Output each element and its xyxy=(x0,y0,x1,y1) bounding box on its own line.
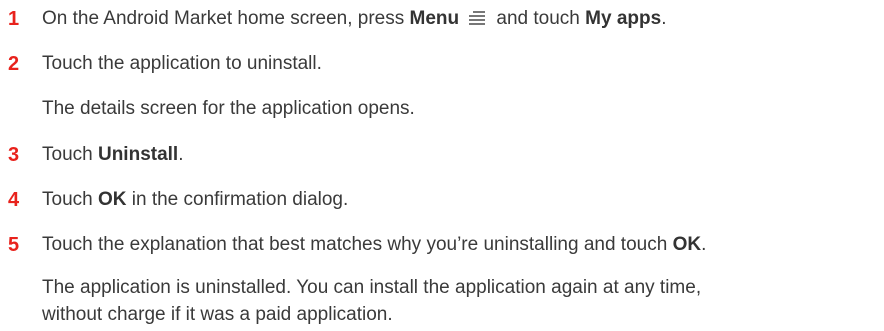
step-number: 1 xyxy=(8,8,20,30)
ok-label: OK xyxy=(672,234,702,255)
step-text-part: On the Android Market home screen, press xyxy=(42,8,410,29)
step-text-part: . xyxy=(178,144,184,165)
step-text: Touch the explanation that best matches … xyxy=(42,231,706,259)
step-text: Touch the application to uninstall. xyxy=(42,53,322,74)
step-note: The application is uninstalled. You can … xyxy=(42,277,702,298)
menu-icon xyxy=(465,10,486,25)
step-note: without charge if it was a paid applicat… xyxy=(42,304,393,325)
step-text-part: . xyxy=(661,8,667,29)
my-apps-label: My apps xyxy=(585,8,662,29)
step-text: On the Android Market home screen, press… xyxy=(42,5,666,33)
step-text: Touch Uninstall. xyxy=(42,141,184,169)
step-note: The details screen for the application o… xyxy=(42,98,415,119)
step-text: Touch OK in the confirmation dialog. xyxy=(42,186,348,214)
step-text-part: Touch xyxy=(42,144,98,165)
step-text-part: . xyxy=(701,234,707,255)
step-text-part: Touch the explanation that best matches … xyxy=(42,234,673,255)
step-text-part: and touch xyxy=(491,8,586,29)
step-number: 2 xyxy=(8,53,20,75)
ok-label: OK xyxy=(97,189,127,210)
step-text-part: Touch xyxy=(42,189,98,210)
uninstall-label: Uninstall xyxy=(97,144,179,165)
step-number: 5 xyxy=(8,234,20,256)
step-number: 4 xyxy=(8,189,20,211)
step-number: 3 xyxy=(8,144,20,166)
step-text-part: in the confirmation dialog. xyxy=(126,189,349,210)
menu-label: Menu xyxy=(409,8,460,29)
